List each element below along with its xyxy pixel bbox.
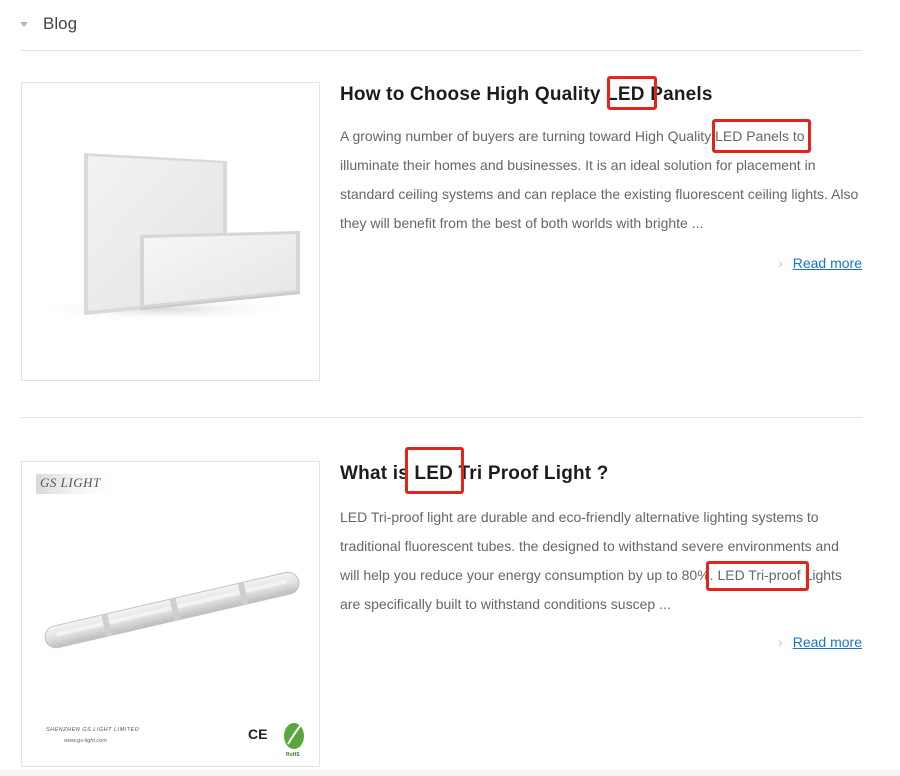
post-thumbnail-led-panels[interactable]: [21, 82, 320, 381]
blog-section-header[interactable]: Blog: [20, 12, 77, 36]
gs-light-logo: GS LIGHT: [40, 475, 101, 490]
post-excerpt: A growing number of buyers are turning t…: [340, 128, 859, 231]
led-panel-image: [27, 153, 301, 321]
post-title[interactable]: How to Choose High Quality LED Panels: [340, 84, 713, 106]
rohs-leaf-icon: [284, 723, 304, 749]
rohs-mark: RoHS: [286, 752, 300, 758]
ce-mark: CE: [248, 726, 268, 742]
chevron-right-icon: ›: [778, 255, 783, 271]
tri-proof-light-image: [36, 474, 304, 749]
post-excerpt: LED Tri-proof light are durable and eco-…: [340, 509, 842, 612]
company-website: www.gs-light.com: [64, 738, 107, 744]
company-name: SHENZHEN GS LIGHT LIMITED: [46, 727, 140, 733]
post-thumbnail-tri-proof[interactable]: GS LIGHT SHENZHEN GS LIGHT LIMITED www.g…: [21, 461, 320, 767]
caret-down-icon[interactable]: [20, 21, 28, 27]
section-title: Blog: [43, 14, 78, 33]
read-more-row: › Read more: [778, 255, 862, 271]
post-divider: [20, 417, 862, 418]
chevron-right-icon: ›: [778, 634, 783, 650]
page-footer-strip: [0, 770, 900, 776]
read-more-row: › Read more: [778, 634, 862, 650]
read-more-link[interactable]: Read more: [793, 255, 862, 271]
header-divider: [20, 50, 862, 51]
read-more-link[interactable]: Read more: [793, 634, 862, 650]
post-title[interactable]: What is LED Tri Proof Light ?: [340, 463, 609, 485]
